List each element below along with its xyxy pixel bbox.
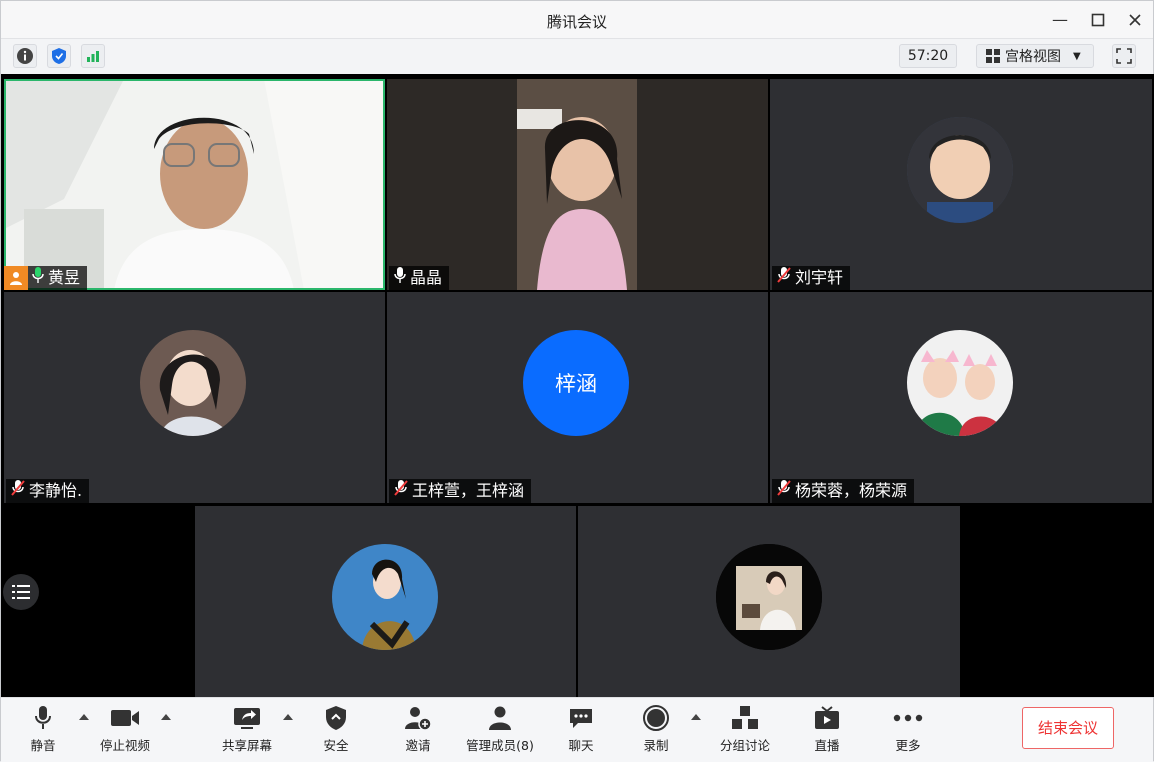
title-bar: 腾讯会议 —: [1, 1, 1153, 39]
mute-button[interactable]: 静音: [23, 704, 63, 754]
mute-label: 静音: [30, 738, 56, 753]
security-label: 安全: [323, 738, 349, 753]
maximize-icon[interactable]: [1087, 9, 1109, 31]
participant-namebar: 王梓萱，王梓涵: [389, 479, 532, 504]
participant-name: 杨荣蓉，杨荣源: [795, 481, 908, 500]
participant-video: [387, 79, 768, 290]
chat-button[interactable]: 聊天: [561, 704, 601, 754]
meeting-window: 腾讯会议 — 57:20 宫格视图 ▼ 黄昱 晶晶 刘宇轩 李静怡. 梓涵 王梓…: [0, 0, 1154, 762]
info-icon[interactable]: [13, 44, 37, 68]
breakout-rooms-button[interactable]: 分组讨论: [713, 704, 777, 754]
participant-namebar: 黄昱: [4, 266, 88, 291]
participant-name: 刘宇轩: [795, 268, 844, 287]
microphone-icon: [23, 704, 63, 732]
chevron-down-icon: ▼: [1073, 50, 1081, 62]
view-mode-dropdown[interactable]: 宫格视图 ▼: [976, 44, 1094, 68]
shield-icon: [316, 704, 356, 732]
more-button[interactable]: 更多: [888, 704, 928, 754]
more-icon: [888, 704, 928, 732]
close-icon[interactable]: [1124, 9, 1146, 31]
camera-icon: [93, 704, 157, 732]
video-tile[interactable]: [195, 506, 576, 697]
microphone-muted-icon: [776, 479, 792, 504]
video-tile[interactable]: 刘宇轩: [770, 79, 1152, 290]
chevron-up-icon[interactable]: [79, 714, 89, 720]
security-button[interactable]: 安全: [316, 704, 356, 754]
grid-view-icon: [986, 49, 1000, 63]
record-icon: [636, 704, 676, 732]
microphone-muted-icon: [776, 266, 792, 291]
stop-video-label: 停止视频: [99, 738, 150, 753]
microphone-muted-icon: [393, 479, 409, 504]
share-screen-button[interactable]: 共享屏幕: [215, 704, 279, 754]
chat-label: 聊天: [568, 738, 594, 753]
window-title: 腾讯会议: [546, 13, 607, 31]
invite-label: 邀请: [405, 738, 431, 753]
participant-namebar: 李静怡.: [6, 479, 90, 504]
live-icon: [807, 704, 847, 732]
microphone-active-icon: [31, 266, 45, 291]
participant-namebar: 刘宇轩: [772, 266, 851, 291]
video-tile[interactable]: 梓涵 王梓萱，王梓涵: [387, 292, 768, 503]
avatar: [140, 330, 246, 436]
avatar-initials: 梓涵: [523, 330, 629, 436]
control-bar: 静音 停止视频 共享屏幕 安全 邀请 管理成员(8) 聊天 录制 分组讨论 直播…: [1, 697, 1153, 762]
record-button[interactable]: 录制: [636, 704, 676, 754]
participant-name: 李静怡.: [29, 481, 83, 500]
participant-name: 黄昱: [48, 268, 81, 287]
invite-button[interactable]: 邀请: [398, 704, 438, 754]
microphone-icon: [393, 266, 407, 291]
minimize-icon[interactable]: —: [1049, 9, 1071, 31]
fullscreen-icon[interactable]: [1112, 44, 1136, 68]
chevron-up-icon[interactable]: [691, 714, 701, 720]
participant-name: 晶晶: [410, 268, 443, 287]
live-label: 直播: [814, 738, 840, 753]
participant-namebar: 晶晶: [389, 266, 450, 291]
chevron-up-icon[interactable]: [161, 714, 171, 720]
avatar: [332, 544, 438, 650]
meeting-timer: 57:20: [899, 44, 957, 68]
stop-video-button[interactable]: 停止视频: [93, 704, 157, 754]
video-tile[interactable]: 李静怡.: [4, 292, 385, 503]
meeting-toolbar: 57:20 宫格视图 ▼: [1, 39, 1153, 73]
chevron-up-icon[interactable]: [283, 714, 293, 720]
add-user-icon: [398, 704, 438, 732]
breakout-icon: [713, 704, 777, 732]
participant-name: 王梓萱，王梓涵: [412, 481, 525, 500]
signal-icon[interactable]: [81, 44, 105, 68]
user-icon: [463, 704, 537, 732]
avatar: [716, 544, 822, 650]
participant-video: [4, 79, 385, 290]
participant-namebar: 杨荣蓉，杨荣源: [772, 479, 915, 504]
breakout-rooms-label: 分组讨论: [719, 738, 770, 753]
shield-icon[interactable]: [47, 44, 71, 68]
manage-members-button[interactable]: 管理成员(8): [463, 704, 537, 754]
list-icon[interactable]: [3, 574, 39, 610]
microphone-muted-icon: [10, 479, 26, 504]
video-tile[interactable]: 黄昱: [4, 79, 385, 290]
share-screen-icon: [215, 704, 279, 732]
record-label: 录制: [643, 738, 669, 753]
avatar: [907, 117, 1013, 223]
share-screen-label: 共享屏幕: [221, 738, 272, 753]
end-meeting-button[interactable]: 结束会议: [1022, 707, 1114, 749]
chat-icon: [561, 704, 601, 732]
manage-members-label: 管理成员(8): [466, 738, 534, 753]
avatar: [907, 330, 1013, 436]
more-label: 更多: [895, 738, 921, 753]
video-tile[interactable]: 杨荣蓉，杨荣源: [770, 292, 1152, 503]
view-mode-label: 宫格视图: [1005, 49, 1061, 65]
host-icon: [4, 266, 28, 290]
video-tile[interactable]: 晶晶: [387, 79, 768, 290]
video-grid: 黄昱 晶晶 刘宇轩 李静怡. 梓涵 王梓萱，王梓涵 杨荣蓉，杨荣源: [1, 74, 1154, 697]
live-button[interactable]: 直播: [807, 704, 847, 754]
video-tile[interactable]: [578, 506, 960, 697]
